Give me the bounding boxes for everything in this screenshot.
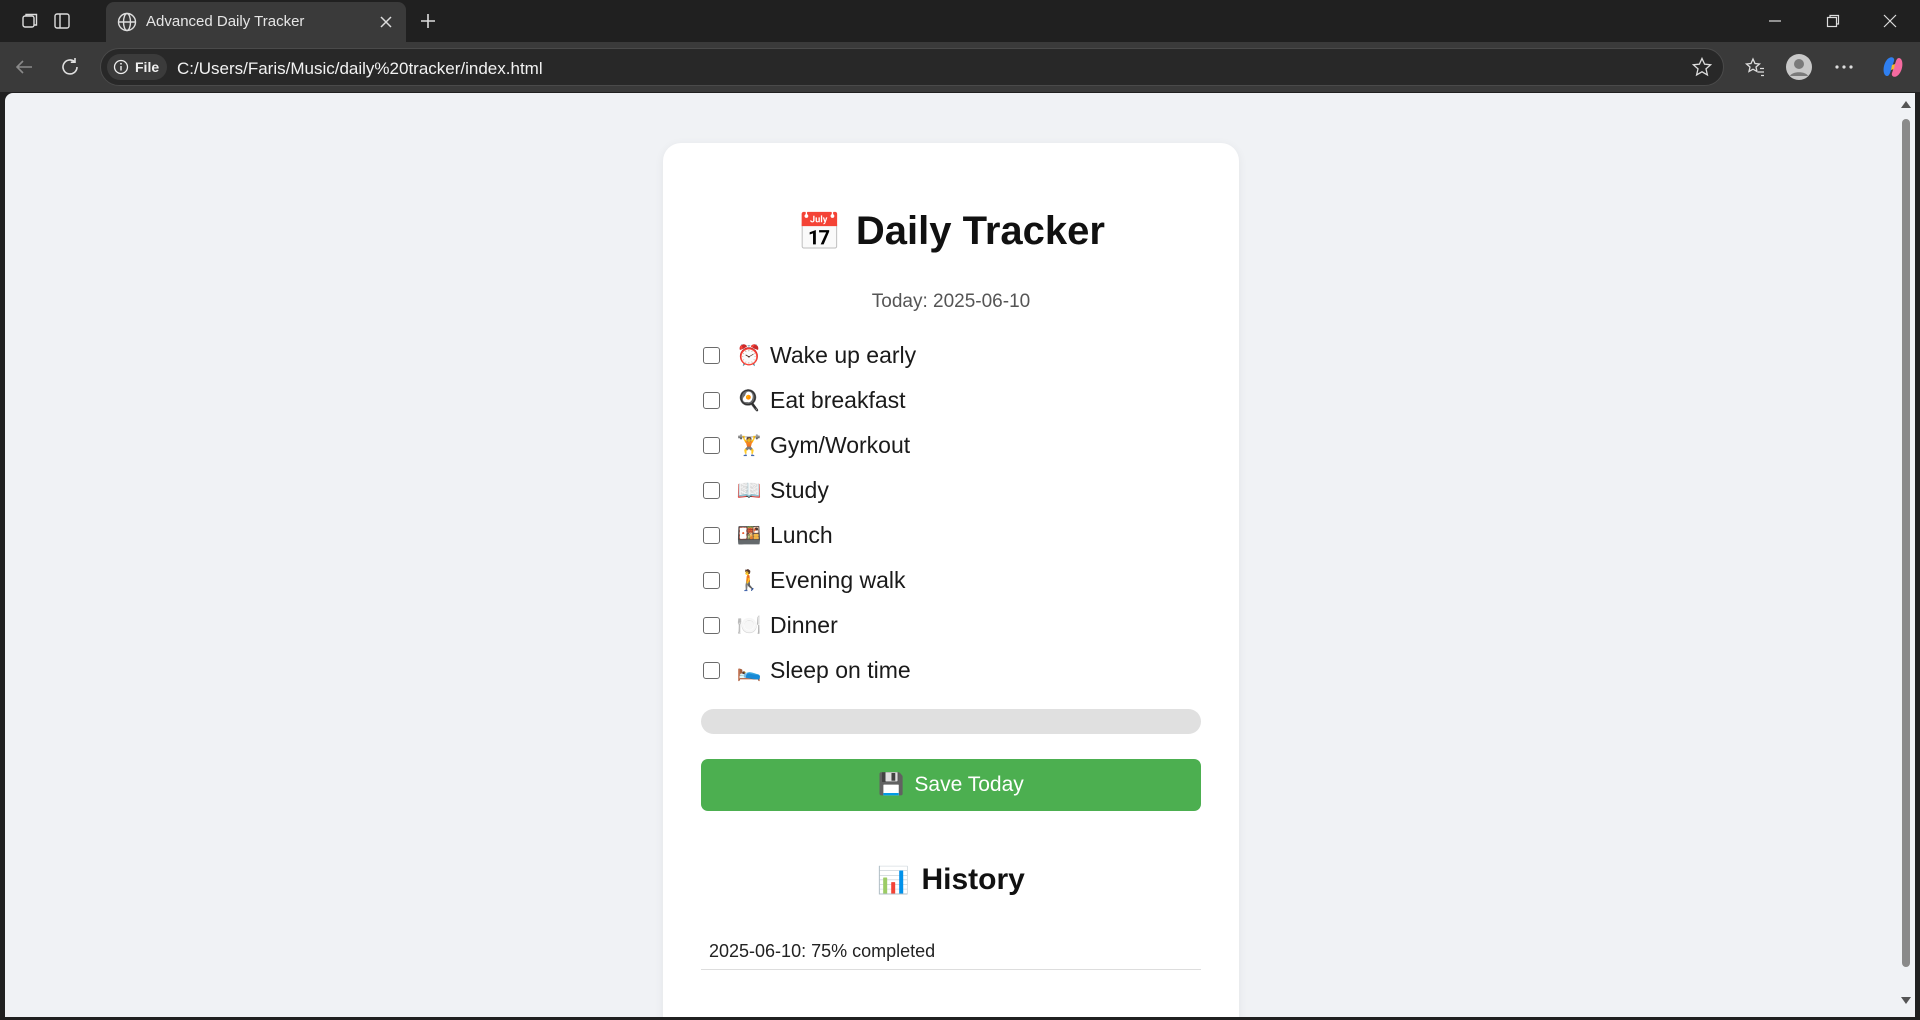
- task-item[interactable]: 📖 Study: [703, 468, 1203, 513]
- scroll-up-arrow-icon[interactable]: [1901, 101, 1911, 108]
- tab-active[interactable]: Advanced Daily Tracker: [106, 2, 406, 42]
- walking-person-icon: 🚶: [736, 570, 762, 592]
- today-date: Today: 2025-06-10: [871, 291, 1031, 312]
- vertical-scrollbar[interactable]: [1897, 93, 1915, 1017]
- task-checkbox[interactable]: [703, 572, 720, 589]
- page-viewport: 📅 Daily Tracker Today: 2025-06-10 ⏰ Wake …: [5, 93, 1897, 1017]
- task-checkbox[interactable]: [703, 527, 720, 544]
- task-label[interactable]: Evening walk: [770, 567, 906, 594]
- bento-box-icon: 🍱: [736, 525, 762, 547]
- tracker-card: 📅 Daily Tracker Today: 2025-06-10 ⏰ Wake …: [663, 143, 1239, 1017]
- task-item[interactable]: ⏰ Wake up early: [703, 333, 1203, 378]
- task-checkbox[interactable]: [703, 617, 720, 634]
- address-bar[interactable]: File C:/Users/Faris/Music/daily%20tracke…: [100, 48, 1724, 86]
- history-heading: 📊 History: [663, 863, 1239, 897]
- tab-actions-icon[interactable]: [46, 6, 78, 36]
- close-tab-icon[interactable]: [374, 10, 398, 34]
- copilot-icon[interactable]: [1876, 51, 1910, 83]
- task-label[interactable]: Study: [770, 477, 829, 504]
- history-entry: 2025-06-10: 75% completed: [701, 933, 1201, 970]
- file-label: File: [135, 59, 160, 75]
- minimize-button[interactable]: [1747, 0, 1803, 42]
- task-checkbox[interactable]: [703, 662, 720, 679]
- close-window-button[interactable]: [1862, 0, 1918, 42]
- save-today-button[interactable]: 💾 Save Today: [701, 759, 1201, 811]
- task-item[interactable]: 🍳 Eat breakfast: [703, 378, 1203, 423]
- task-label[interactable]: Lunch: [770, 522, 833, 549]
- globe-icon: [116, 11, 138, 38]
- history-list: 2025-06-10: 75% completed: [701, 933, 1201, 970]
- url-text[interactable]: C:/Users/Faris/Music/daily%20tracker/ind…: [177, 59, 543, 79]
- task-label[interactable]: Wake up early: [770, 342, 916, 369]
- profile-avatar-icon[interactable]: [1782, 51, 1816, 83]
- task-checkbox[interactable]: [703, 347, 720, 364]
- task-checkbox[interactable]: [703, 482, 720, 499]
- frying-pan-icon: 🍳: [736, 390, 762, 412]
- weight-lifter-icon: 🏋️: [736, 435, 762, 457]
- task-checkbox[interactable]: [703, 437, 720, 454]
- task-item[interactable]: 🛌 Sleep on time: [703, 648, 1203, 693]
- new-tab-button[interactable]: [412, 6, 444, 36]
- task-item[interactable]: 🚶 Evening walk: [703, 558, 1203, 603]
- restore-button[interactable]: [1805, 0, 1861, 42]
- favorites-icon[interactable]: [1738, 51, 1772, 83]
- scroll-down-arrow-icon[interactable]: [1901, 997, 1911, 1004]
- history-heading-text: History: [921, 863, 1025, 896]
- floppy-disk-icon: 💾: [878, 773, 905, 796]
- task-item[interactable]: 🍽️ Dinner: [703, 603, 1203, 648]
- bed-icon: 🛌: [736, 660, 762, 682]
- favorite-star-icon[interactable]: [1691, 56, 1713, 83]
- site-info-chip[interactable]: File: [107, 54, 168, 80]
- save-button-label: Save Today: [914, 773, 1024, 796]
- task-label[interactable]: Gym/Workout: [770, 432, 910, 459]
- task-item[interactable]: 🏋️ Gym/Workout: [703, 423, 1203, 468]
- page-title: 📅 Daily Tracker: [663, 209, 1239, 254]
- page-title-text: Daily Tracker: [855, 209, 1105, 253]
- scrollbar-thumb[interactable]: [1902, 119, 1910, 967]
- alarm-clock-icon: ⏰: [736, 345, 762, 367]
- task-list: ⏰ Wake up early 🍳 Eat breakfast 🏋️ Gym/W…: [703, 333, 1203, 693]
- workspaces-icon[interactable]: [14, 6, 46, 36]
- refresh-button[interactable]: [52, 50, 88, 84]
- plate-cutlery-icon: 🍽️: [736, 615, 762, 637]
- tab-title: Advanced Daily Tracker: [146, 13, 305, 30]
- browser-toolbar: File C:/Users/Faris/Music/daily%20tracke…: [0, 42, 1920, 92]
- open-book-icon: 📖: [736, 480, 762, 502]
- task-label[interactable]: Eat breakfast: [770, 387, 906, 414]
- more-options-icon[interactable]: [1827, 51, 1861, 83]
- task-item[interactable]: 🍱 Lunch: [703, 513, 1203, 558]
- back-button[interactable]: [6, 50, 42, 84]
- bar-chart-icon: 📊: [877, 865, 910, 895]
- info-icon: [113, 59, 129, 75]
- title-bar: Advanced Daily Tracker: [0, 0, 1920, 42]
- task-label[interactable]: Dinner: [770, 612, 838, 639]
- task-checkbox[interactable]: [703, 392, 720, 409]
- calendar-icon: 📅: [797, 211, 842, 252]
- task-label[interactable]: Sleep on time: [770, 657, 911, 684]
- progress-bar: [701, 709, 1201, 734]
